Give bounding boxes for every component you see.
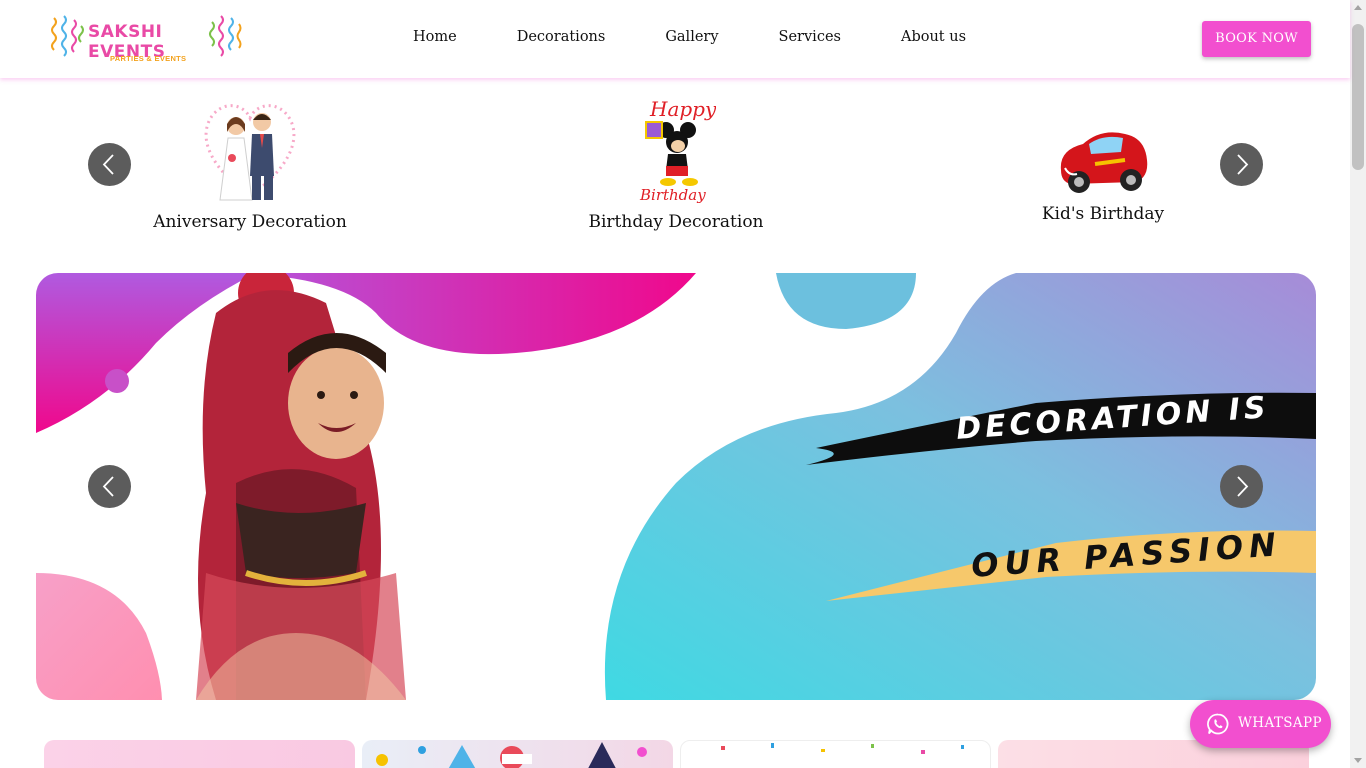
sakshi-events-logo[interactable]: SAKSHI EVENTS PARTIES & EVENTS — [48, 12, 244, 66]
nav-gallery[interactable]: Gallery — [665, 29, 718, 45]
decoration-card-1[interactable] — [44, 740, 355, 768]
svg-text:Happy: Happy — [649, 97, 716, 121]
wedding-couple-icon — [204, 104, 296, 201]
category-label: Aniversary Decoration — [153, 212, 347, 232]
decoration-card-2[interactable] — [362, 740, 673, 768]
category-prev-button[interactable] — [88, 143, 131, 186]
nav-about-us[interactable]: About us — [901, 29, 966, 45]
scroll-up-arrow-icon[interactable] — [1354, 5, 1362, 10]
happy-birthday-mickey-icon: Happy Birthday — [639, 97, 717, 204]
nav-home[interactable]: Home — [413, 29, 457, 45]
confetti-right-icon — [209, 15, 242, 57]
logo-tagline: PARTIES & EVENTS — [110, 54, 187, 63]
nav-services[interactable]: Services — [779, 29, 841, 45]
svg-text:Birthday: Birthday — [639, 186, 706, 204]
category-label: Kid's Birthday — [1041, 204, 1165, 224]
confetti-left-icon — [51, 15, 84, 57]
whatsapp-button[interactable]: WHATSAPP — [1190, 700, 1331, 748]
whatsapp-icon — [1207, 713, 1229, 735]
whatsapp-label: WHATSAPP — [1238, 715, 1323, 731]
site-header: SAKSHI EVENTS PARTIES & EVENTS Home Deco… — [0, 0, 1350, 78]
banner-prev-button[interactable] — [88, 465, 131, 508]
confetti-image — [721, 743, 964, 754]
nav-decorations[interactable]: Decorations — [517, 29, 606, 45]
page-scrollbar[interactable] — [1350, 0, 1366, 768]
main-nav: Home Decorations Gallery Services About … — [413, 29, 1026, 45]
category-birthday[interactable]: Happy Birthday Birthday Decoration — [576, 96, 776, 232]
chevron-left-icon — [102, 476, 114, 497]
hero-banner: DECORATION IS OUR PASSION — [36, 273, 1316, 700]
party-decor-image — [376, 742, 647, 768]
scrollbar-thumb[interactable] — [1352, 24, 1364, 170]
category-label: Birthday Decoration — [588, 212, 764, 232]
category-kids-birthday[interactable]: Kid's Birthday — [1003, 120, 1203, 224]
chevron-right-icon — [1237, 476, 1249, 497]
scroll-down-arrow-icon[interactable] — [1354, 758, 1362, 763]
category-next-button[interactable] — [1220, 143, 1263, 186]
race-car-icon — [1060, 132, 1148, 193]
book-now-button[interactable]: BOOK NOW — [1202, 21, 1311, 57]
category-anniversary[interactable]: Aniversary Decoration — [150, 96, 350, 232]
banner-artwork — [36, 273, 1316, 700]
decoration-card-3[interactable] — [680, 740, 991, 768]
chevron-left-icon — [102, 154, 114, 175]
chevron-right-icon — [1237, 154, 1249, 175]
banner-next-button[interactable] — [1220, 465, 1263, 508]
